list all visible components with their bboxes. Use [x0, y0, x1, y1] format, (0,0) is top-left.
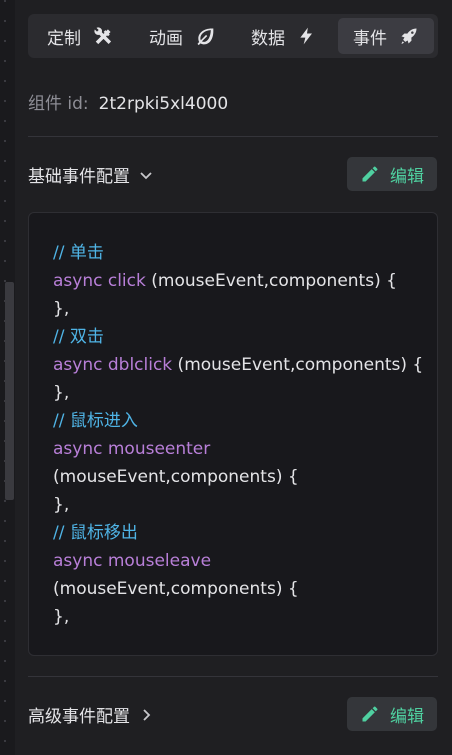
code-line: (mouseEvent,components) { [53, 575, 413, 603]
code-line: async click (mouseEvent,components) { [53, 267, 413, 295]
code-text: }, [53, 383, 70, 403]
rocket-icon [401, 28, 417, 44]
tab-label: 事件 [353, 28, 387, 49]
code-line: (mouseEvent,components) { [53, 463, 413, 491]
divider [28, 676, 438, 677]
code-line: }, [53, 379, 413, 407]
tab-label: 定制 [47, 28, 81, 49]
tab-label: 数据 [251, 28, 285, 49]
tools-icon [94, 27, 112, 45]
basic-events-edit-button[interactable]: 编辑 [347, 157, 437, 191]
code-line: // 单击 [53, 239, 413, 267]
leaf-icon [197, 28, 214, 46]
tab-custom[interactable]: 定制 [32, 18, 128, 54]
tab-data[interactable]: 数据 [236, 18, 332, 54]
edit-label: 编辑 [390, 166, 424, 187]
code-text: (mouseEvent,components) { [53, 579, 299, 599]
basic-events-title: 基础事件配置 [28, 167, 130, 187]
code-keyword: async dblclick [53, 355, 173, 375]
code-line: async mouseleave [53, 547, 413, 575]
edit-label: 编辑 [390, 706, 424, 727]
code-line: async dblclick (mouseEvent,components) { [53, 351, 423, 379]
advanced-events-edit-button[interactable]: 编辑 [347, 697, 437, 731]
code-line: }, [53, 295, 413, 323]
advanced-events-header[interactable]: 高级事件配置 [28, 702, 154, 727]
code-line: // 鼠标移出 [53, 519, 413, 547]
code-line: // 双击 [53, 323, 413, 351]
code-text: (mouseEvent,components) { [53, 467, 299, 487]
basic-events-header[interactable]: 基础事件配置 [28, 162, 154, 187]
code-text: (mouseEvent,components) { [145, 271, 397, 291]
tab-label: 动画 [149, 28, 183, 49]
tab-animation[interactable]: 动画 [134, 18, 230, 54]
code-text: (mouseEvent,components) { [172, 355, 424, 375]
code-keyword: async mouseenter [53, 439, 211, 459]
pencil-icon [362, 706, 378, 722]
code-keyword: async click [53, 271, 146, 291]
chevron-right-icon [143, 708, 151, 721]
advanced-events-title: 高级事件配置 [28, 707, 130, 727]
code-line: // 鼠标进入 [53, 407, 413, 435]
event-code-editor[interactable]: // 单击 async click (mouseEvent,components)… [28, 212, 438, 656]
lightning-icon [300, 27, 312, 45]
code-text: }, [53, 495, 70, 515]
code-keyword: async mouseleave [53, 551, 212, 571]
scrollbar-thumb[interactable] [5, 282, 14, 500]
divider [28, 136, 438, 137]
component-id-value: 2t2rpki5xl4000 [98, 94, 229, 114]
pencil-icon [362, 166, 378, 182]
chevron-down-icon [140, 171, 152, 179]
tab-events[interactable]: 事件 [338, 18, 434, 54]
code-comment: // 鼠标移出 [53, 523, 138, 543]
event-config-panel: 定制 动画 数据 事件 组件 id: 2t2rpki5xl4000 基础事件配置… [15, 0, 452, 755]
code-text: }, [53, 299, 70, 319]
code-line: async mouseenter [53, 435, 413, 463]
component-id-label: 组件 id: [28, 94, 89, 114]
code-comment: // 鼠标进入 [53, 411, 138, 431]
component-id-row: 组件 id: 2t2rpki5xl4000 [28, 89, 228, 114]
code-comment: // 双击 [53, 327, 104, 347]
code-line: }, [53, 603, 413, 631]
code-comment: // 单击 [53, 243, 104, 263]
code-line: }, [53, 491, 413, 519]
code-text: }, [53, 607, 70, 627]
config-tabs: 定制 动画 数据 事件 [28, 14, 438, 58]
code-lines: // 单击 async click (mouseEvent,components)… [53, 239, 423, 631]
editor-gutter [0, 0, 16, 755]
